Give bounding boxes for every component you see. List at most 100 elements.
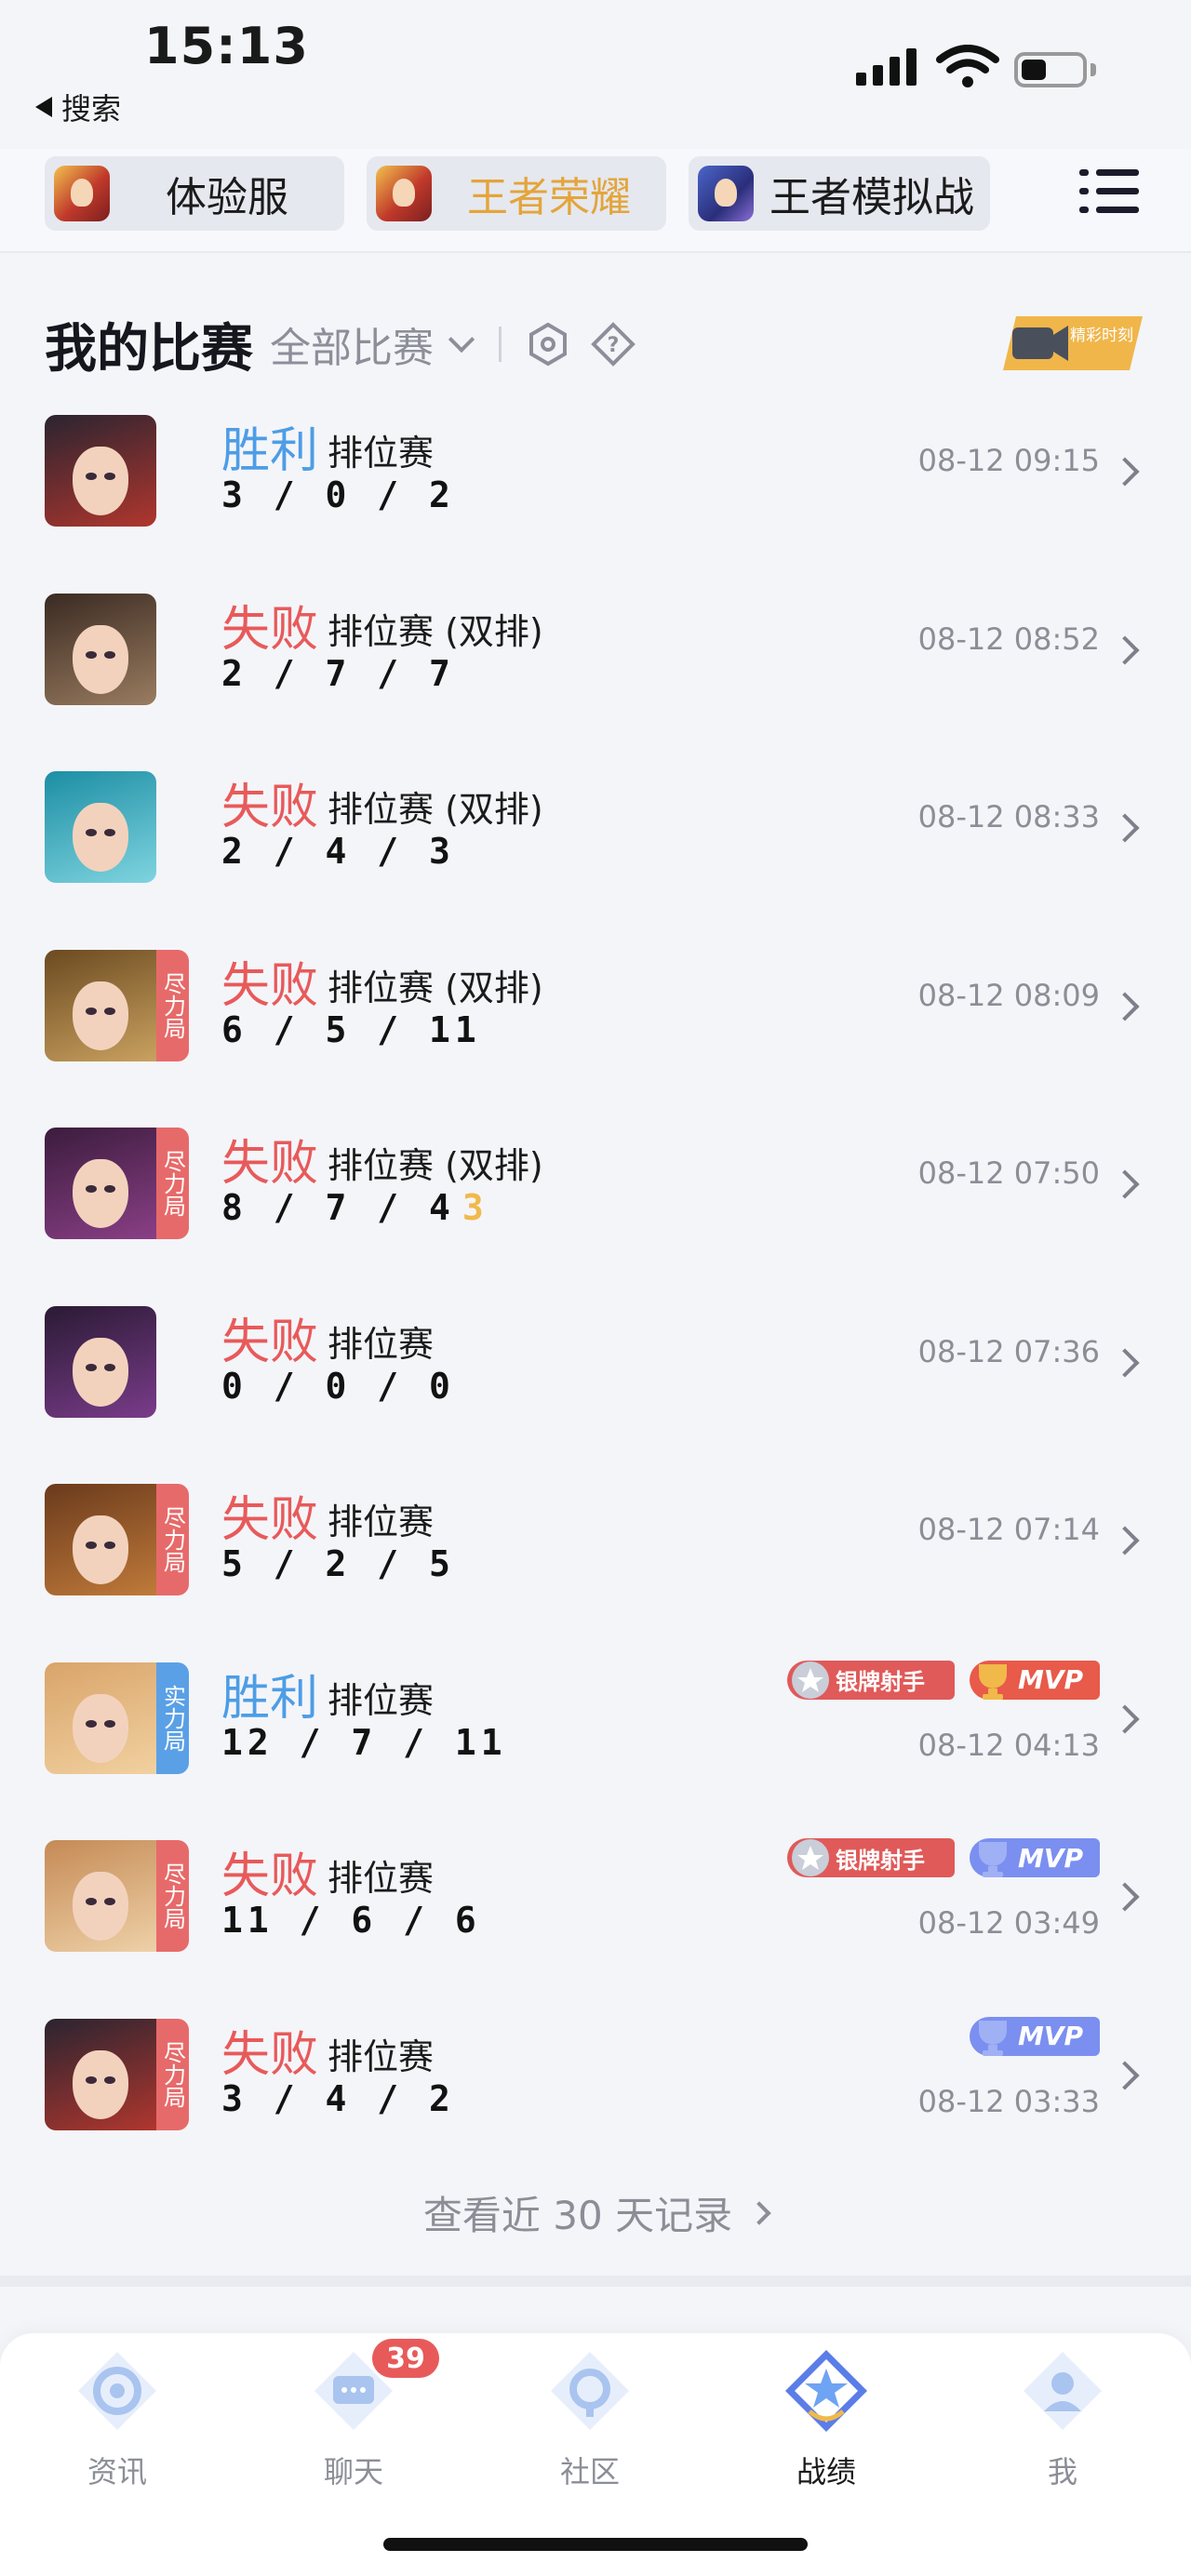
home-indicator <box>383 2538 808 2551</box>
hero-avatar: 尽力局 <box>45 1128 189 1239</box>
match-time: 08-12 03:49 <box>917 1905 1100 1941</box>
my-matches-header: 我的比赛 全部比赛 ? <box>45 307 656 381</box>
match-kda: 6 / 5 / 11 <box>221 1009 481 1050</box>
chevron-right-icon <box>1110 1526 1140 1555</box>
svg-text:?: ? <box>608 334 620 357</box>
match-result: 失败 <box>221 601 319 658</box>
chevron-right-icon <box>1110 1882 1140 1912</box>
match-kda: 11 / 6 / 6 <box>221 1900 481 1941</box>
match-row[interactable]: 失败 排位赛 (双排) 2 / 7 / 7 08-12 08:52 <box>0 569 1191 746</box>
silver-shooter-badge: 银牌射手 <box>787 1838 955 1877</box>
tab-simulation-battle[interactable]: 王者模拟战 <box>689 156 990 231</box>
tab-label: 王者荣耀 <box>467 174 631 221</box>
hero-portrait-icon <box>45 1305 156 1418</box>
kda-value: 3 / 4 / 2 <box>221 2077 455 2119</box>
tab-label: 体验服 <box>166 174 288 221</box>
nav-label: 社区 <box>559 2454 620 2489</box>
match-kda: 12 / 7 / 11 <box>221 1722 507 1763</box>
honor-of-kings-icon <box>376 166 432 221</box>
highlight-badge-text: 精彩时刻 <box>1070 327 1133 345</box>
view-more-label: 查看近 30 天记录 <box>422 2193 733 2238</box>
hero-avatar: 实力局 <box>45 1662 189 1774</box>
match-time: 08-12 07:36 <box>917 1333 1100 1369</box>
chevron-right-icon <box>747 2200 771 2225</box>
hexagon-settings-icon[interactable] <box>526 322 570 367</box>
chevron-right-icon <box>1110 2060 1140 2090</box>
match-mode: 排位赛 (双排) <box>328 789 543 830</box>
hero-avatar <box>45 771 156 883</box>
tab-experience-server[interactable]: 体验服 <box>45 156 344 231</box>
highlight-moments-button[interactable]: 精彩时刻 <box>1003 316 1143 370</box>
hero-portrait-icon <box>45 1662 156 1774</box>
kda-extra-count: 3 <box>462 1187 488 1228</box>
badge-label: 银牌射手 <box>836 1847 925 1874</box>
match-time: 08-12 09:15 <box>917 443 1100 478</box>
match-row[interactable]: 实力局 胜利 排位赛 12 / 7 / 11 08-12 04:13 MVP 银牌射手 <box>0 1638 1191 1815</box>
match-filter-dropdown[interactable]: 全部比赛 <box>270 314 475 374</box>
kda-value: 11 / 6 / 6 <box>221 1900 481 1941</box>
hero-portrait-icon <box>45 2018 156 2130</box>
tab-honor-of-kings[interactable]: 王者荣耀 <box>367 156 666 231</box>
view-30-days-link[interactable]: 查看近 30 天记录 <box>0 2184 1191 2241</box>
kda-value: 2 / 4 / 3 <box>221 831 455 872</box>
match-result: 胜利 <box>221 1670 319 1727</box>
hero-portrait-icon <box>45 1840 156 1952</box>
hero-portrait-icon <box>45 593 156 705</box>
match-kda: 2 / 7 / 7 <box>221 653 455 694</box>
match-row[interactable]: 失败 排位赛 (双排) 2 / 4 / 3 08-12 08:33 <box>0 747 1191 924</box>
match-row[interactable]: 尽力局 失败 排位赛 3 / 4 / 2 08-12 03:33 MVP <box>0 1995 1191 2171</box>
status-time: 15:13 <box>144 17 309 75</box>
match-time: 08-12 07:50 <box>917 1155 1100 1191</box>
hero-avatar: 尽力局 <box>45 1484 189 1595</box>
match-row[interactable]: 尽力局 失败 排位赛 11 / 6 / 6 08-12 03:49 MVP 银牌射手 <box>0 1816 1191 1993</box>
match-mode: 排位赛 (双排) <box>328 967 543 1008</box>
profile-icon <box>1024 2352 1102 2430</box>
simulation-battle-icon <box>698 166 754 221</box>
match-mode: 排位赛 (双排) <box>328 1145 543 1186</box>
mvp-badge: MVP <box>970 1660 1100 1700</box>
match-kda: 8 / 7 / 43 <box>221 1187 488 1228</box>
match-result: 失败 <box>221 1136 319 1192</box>
news-icon <box>78 2352 156 2430</box>
match-kda: 0 / 0 / 0 <box>221 1366 455 1407</box>
divider <box>499 327 502 362</box>
hero-avatar <box>45 415 156 527</box>
back-to-search-link[interactable]: 搜索 <box>35 86 121 128</box>
match-row[interactable]: 胜利 排位赛 3 / 0 / 2 08-12 09:15 <box>0 391 1191 567</box>
match-result: 失败 <box>221 957 319 1014</box>
chevron-right-icon <box>1110 1347 1140 1378</box>
match-time: 08-12 03:33 <box>917 2083 1100 2119</box>
nav-label: 资讯 <box>87 2454 147 2489</box>
trophy-icon <box>979 2020 1007 2056</box>
badge-label: 银牌射手 <box>836 1669 925 1695</box>
nav-label: 聊天 <box>323 2454 383 2489</box>
performance-tag: 实力局 <box>156 1662 189 1774</box>
status-bar: 15:13 搜索 <box>0 0 1191 149</box>
match-row[interactable]: 尽力局 失败 排位赛 (双排) 8 / 7 / 4 3 08-12 07:50 <box>0 1103 1191 1280</box>
cellular-signal-icon <box>856 47 917 86</box>
hero-portrait-icon <box>45 1128 156 1239</box>
match-time: 08-12 07:14 <box>917 1512 1100 1547</box>
match-mode: 排位赛 <box>328 1858 435 1899</box>
match-row[interactable]: 失败 排位赛 0 / 0 / 0 08-12 07:36 <box>0 1282 1191 1459</box>
chevron-right-icon <box>1110 1703 1140 1734</box>
kda-value: 0 / 0 / 0 <box>221 1365 455 1407</box>
kda-value: 6 / 5 / 11 <box>221 1008 481 1050</box>
match-mode: 排位赛 <box>328 2035 435 2077</box>
back-arrow-icon <box>35 97 52 117</box>
match-row[interactable]: 尽力局 失败 排位赛 5 / 2 / 5 08-12 07:14 <box>0 1460 1191 1636</box>
match-kda: 3 / 0 / 2 <box>221 474 455 515</box>
nav-label: 我 <box>1047 2454 1077 2489</box>
hero-portrait-icon <box>45 949 156 1061</box>
match-row[interactable]: 尽力局 失败 排位赛 (双排) 6 / 5 / 11 08-12 08:09 <box>0 926 1191 1102</box>
hero-portrait-icon <box>45 415 156 527</box>
list-menu-icon[interactable] <box>1079 166 1139 218</box>
match-result: 失败 <box>221 2026 319 2083</box>
battery-icon <box>1014 52 1087 87</box>
match-mode: 排位赛 (双排) <box>328 610 543 652</box>
trophy-icon <box>979 1663 1007 1700</box>
community-icon <box>551 2352 629 2430</box>
help-icon[interactable]: ? <box>591 322 636 367</box>
record-icon <box>785 2350 867 2432</box>
hero-portrait-icon <box>45 771 156 883</box>
